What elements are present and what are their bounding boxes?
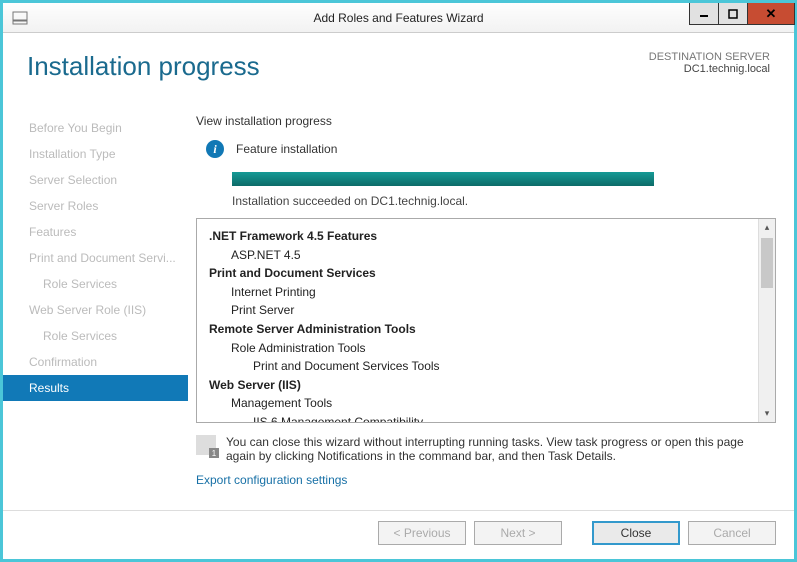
sidebar-item: Print and Document Servi... [3,245,188,271]
close-window-button[interactable]: ✕ [747,3,795,25]
sidebar-item: Server Roles [3,193,188,219]
page-heading: Installation progress [27,51,260,111]
details-box: .NET Framework 4.5 FeaturesASP.NET 4.5Pr… [196,218,776,423]
notice-text: You can close this wizard without interr… [226,435,768,463]
titlebar: Add Roles and Features Wizard ✕ [3,3,794,33]
scroll-thumb[interactable] [761,238,773,288]
sidebar-item: Server Selection [3,167,188,193]
view-progress-label: View installation progress [196,114,776,128]
window-title: Add Roles and Features Wizard [313,11,483,25]
footer-buttons: < Previous Next > Close Cancel [3,510,794,559]
sidebar-item: Web Server Role (IIS) [3,297,188,323]
status-text: Installation succeeded on DC1.technig.lo… [232,194,776,208]
detail-line: Web Server (IIS) [209,376,746,395]
progress-bar [232,172,654,186]
notice-row: You can close this wizard without interr… [196,435,768,463]
detail-line: Print and Document Services [209,264,746,283]
flag-icon [196,435,216,455]
destination-block: DESTINATION SERVER DC1.technig.local [649,51,770,111]
scrollbar[interactable]: ▴ ▾ [758,219,775,422]
info-icon: i [206,140,224,158]
window-controls: ✕ [689,3,794,32]
content-columns: Before You BeginInstallation TypeServer … [3,111,794,498]
feature-row: i Feature installation [206,140,776,158]
sidebar-item: Features [3,219,188,245]
detail-line: IIS 6 Management Compatibility [209,413,746,422]
destination-server: DC1.technig.local [649,63,770,75]
detail-line: .NET Framework 4.5 Features [209,227,746,246]
detail-line: Print and Document Services Tools [209,357,746,376]
main-panel: View installation progress i Feature ins… [188,111,794,498]
next-button: Next > [474,521,562,545]
server-manager-icon [11,9,29,27]
cancel-button: Cancel [688,521,776,545]
header-area: Installation progress DESTINATION SERVER… [3,33,794,111]
scroll-up-icon[interactable]: ▴ [759,219,775,236]
destination-label: DESTINATION SERVER [649,51,770,63]
wizard-window: Add Roles and Features Wizard ✕ Installa… [3,3,794,559]
sidebar-item: Before You Begin [3,115,188,141]
sidebar-item: Role Services [3,271,188,297]
detail-line: Role Administration Tools [209,339,746,358]
wizard-sidebar: Before You BeginInstallation TypeServer … [3,111,188,498]
maximize-button[interactable] [718,3,748,25]
sidebar-item[interactable]: Results [3,375,188,401]
detail-line: Internet Printing [209,283,746,302]
detail-line: Remote Server Administration Tools [209,320,746,339]
detail-line: Management Tools [209,394,746,413]
feature-title: Feature installation [236,142,337,156]
details-content: .NET Framework 4.5 FeaturesASP.NET 4.5Pr… [197,219,758,422]
sidebar-item: Installation Type [3,141,188,167]
scroll-track[interactable] [759,236,775,405]
close-button[interactable]: Close [592,521,680,545]
sidebar-item: Confirmation [3,349,188,375]
export-link[interactable]: Export configuration settings [196,473,776,487]
scroll-down-icon[interactable]: ▾ [759,405,775,422]
detail-line: ASP.NET 4.5 [209,246,746,265]
button-gap [570,521,584,545]
wizard-body: Installation progress DESTINATION SERVER… [3,33,794,559]
sidebar-item: Role Services [3,323,188,349]
detail-line: Print Server [209,301,746,320]
previous-button: < Previous [378,521,466,545]
minimize-button[interactable] [689,3,719,25]
